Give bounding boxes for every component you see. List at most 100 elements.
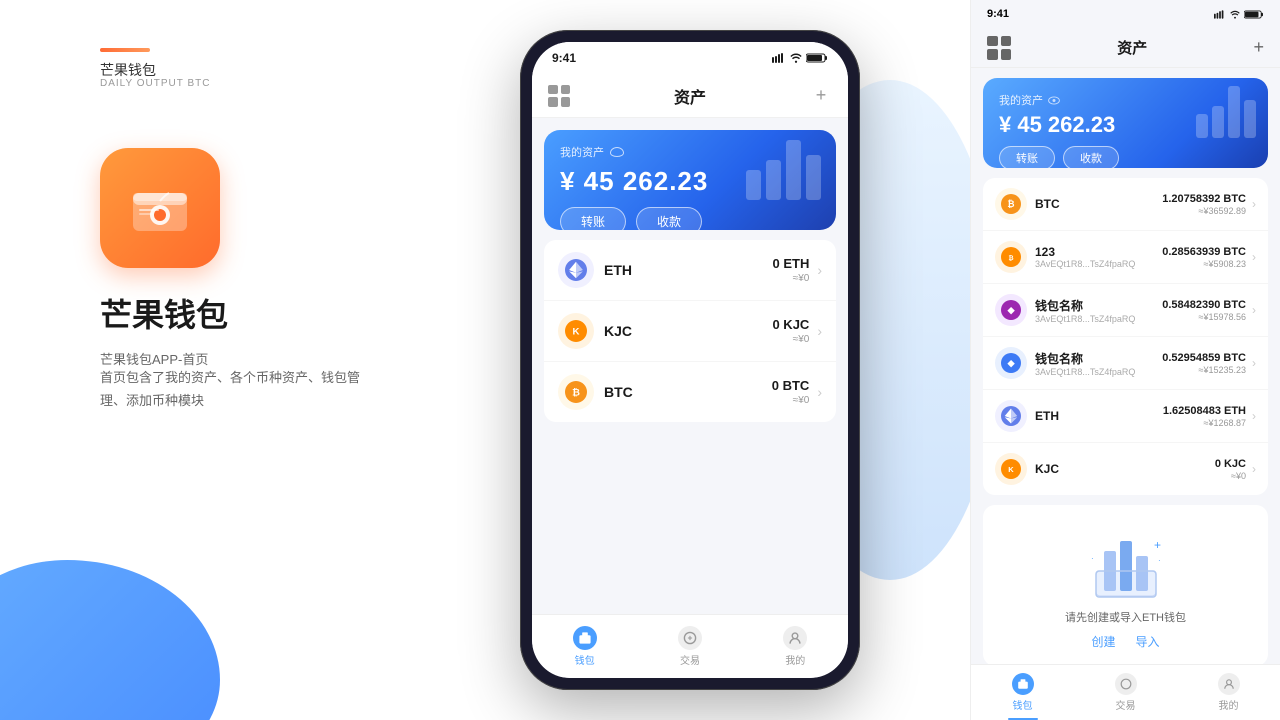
right-status-time: 9:41 [987,8,1009,20]
right-coin-eth-amount: 1.62508483 ETH [1163,405,1246,417]
accent-line [100,48,150,52]
phone-nav-trade-label: 交易 [680,652,700,667]
right-bottom-nav: 钱包 交易 我的 [971,664,1280,720]
right-coin-item-wallet1[interactable]: ◆ 钱包名称 3AvEQt1R8...TsZ4fpaRQ 0.58482390 … [983,284,1268,337]
right-nav-mine[interactable]: 我的 [1177,665,1280,720]
right-coin-btc-main: BTC [1035,197,1162,211]
right-coin-kjc-main: KJC [1035,462,1215,476]
phone-coin-item-kjc[interactable]: K KJC 0 KJC ≈¥0 › [544,301,836,362]
phone-coin-kjc-approx: ≈¥0 [772,334,809,345]
right-coin-wallet2-name: 钱包名称 [1035,350,1162,367]
right-asset-card: 我的资产 ¥ 45 262.23 转账 收款 [983,78,1268,168]
right-123-icon: ₿ [995,241,1027,273]
right-coin-btc-name: BTC [1035,197,1162,211]
right-coin-wallet1-cny: ≈¥15978.56 [1162,312,1246,322]
phone-topnav: 资产 + [532,74,848,118]
right-coin-eth-name: ETH [1035,409,1163,423]
phone-status-icons [772,53,828,63]
phone-nav-mine[interactable]: 我的 [743,615,848,678]
phone-coin-kjc-amount: 0 KJC [772,317,809,332]
right-eth-arrow-icon: › [1252,409,1256,423]
phone-nav-trade[interactable]: 交易 [637,615,742,678]
empty-eth-text: 请先创建或导入ETH钱包 [999,609,1252,625]
phone-mockup: 9:41 资产 + [520,30,860,690]
phone-asset-label: 我的资产 [560,144,604,160]
phone-nav-grid-icon[interactable] [548,85,570,107]
svg-text:K: K [1008,465,1014,474]
right-nav-trade[interactable]: 交易 [1074,665,1177,720]
right-coin-wallet2-addr: 3AvEQt1R8...TsZ4fpaRQ [1035,367,1162,377]
eth-arrow-icon: › [817,262,822,278]
right-coin-item-kjc[interactable]: K KJC 0 KJC ≈¥0 › [983,443,1268,495]
right-mine-nav-icon [1218,673,1240,695]
right-eth-icon [995,400,1027,432]
right-coin-123-name: 123 [1035,245,1162,259]
right-123-arrow-icon: › [1252,250,1256,264]
phone-nav-add-icon[interactable]: + [810,85,832,107]
phone-nav-wallet[interactable]: 钱包 [532,615,637,678]
phone-coin-btc-info: BTC [604,384,772,400]
phone-coin-item-eth[interactable]: ETH 0 ETH ≈¥0 › [544,240,836,301]
svg-text:₿: ₿ [1007,199,1014,209]
right-nav-grid-icon[interactable] [987,36,1011,60]
empty-eth-section: + · · 请先创建或导入ETH钱包 创建 导入 [983,505,1268,666]
right-coin-kjc-cny: ≈¥0 [1215,471,1246,481]
app-icon-wrapper [100,148,220,268]
phone-frame: 9:41 资产 + [520,30,860,690]
decorative-blob [0,560,220,720]
phone-nav-wallet-label: 钱包 [575,652,595,667]
phone-coin-eth-approx: ≈¥0 [772,273,809,284]
right-wallet1-icon: ◆ [995,294,1027,326]
right-coin-item-123[interactable]: ₿ 123 3AvEQt1R8...TsZ4fpaRQ 0.28563939 B… [983,231,1268,284]
right-nav-wallet-label: 钱包 [1013,697,1033,712]
app-desc-2: 首页包含了我的资产、各个币种资产、钱包管 理、添加币种模块 [100,366,360,413]
right-coin-kjc-right: 0 KJC ≈¥0 [1215,458,1246,481]
btc-arrow-icon: › [817,384,822,400]
right-coin-item-btc[interactable]: ₿ BTC 1.20758392 BTC ≈¥36592.89 › [983,178,1268,231]
right-coin-eth-main: ETH [1035,409,1163,423]
right-status-icons [1214,10,1264,19]
right-coin-item-wallet2[interactable]: ◆ 钱包名称 3AvEQt1R8...TsZ4fpaRQ 0.52954859 … [983,337,1268,390]
phone-screen: 9:41 资产 + [532,42,848,678]
svg-text:+: + [1154,538,1161,552]
right-coin-123-addr: 3AvEQt1R8...TsZ4fpaRQ [1035,259,1162,269]
right-kjc-arrow-icon: › [1252,462,1256,476]
brand-subtitle: DAILY OUTPUT BTC [100,78,210,89]
phone-coin-kjc-right: 0 KJC ≈¥0 [772,317,809,345]
phone-receive-button[interactable]: 收款 [636,207,702,230]
right-coin-eth-cny: ≈¥1268.87 [1163,418,1246,428]
right-btc-arrow-icon: › [1252,197,1256,211]
right-transfer-button[interactable]: 转账 [999,146,1055,168]
phone-transfer-button[interactable]: 转账 [560,207,626,230]
phone-coin-item-btc[interactable]: ₿ BTC 0 BTC ≈¥0 › [544,362,836,422]
phone-coin-btc-right: 0 BTC ≈¥0 [772,378,810,406]
empty-eth-import-link[interactable]: 导入 [1136,633,1160,650]
phone-asset-eye-icon[interactable] [610,147,624,157]
right-panel: 9:41 资产 + 我的资产 ¥ 45 262.23 [970,0,1280,720]
phone-coin-eth-right: 0 ETH ≈¥0 [772,256,809,284]
right-coin-item-eth[interactable]: ETH 1.62508483 ETH ≈¥1268.87 › [983,390,1268,443]
mine-nav-icon [783,626,807,650]
svg-text:₿: ₿ [572,387,580,398]
empty-eth-illustration: + · · [1076,521,1176,601]
app-icon [100,148,220,268]
phone-status-time: 9:41 [552,51,576,65]
right-coin-btc-right: 1.20758392 BTC ≈¥36592.89 [1162,193,1246,216]
right-coin-list: ₿ BTC 1.20758392 BTC ≈¥36592.89 › ₿ 123 … [983,178,1268,495]
brand-name: 芒果钱包 [100,60,156,80]
right-coin-wallet2-cny: ≈¥15235.23 [1162,365,1246,375]
phone-coin-eth-name: ETH [604,262,772,278]
empty-eth-create-link[interactable]: 创建 [1091,633,1115,650]
svg-text:◆: ◆ [1007,358,1016,368]
right-nav-wallet[interactable]: 钱包 [971,665,1074,720]
phone-coin-btc-name: BTC [604,384,772,400]
right-coin-btc-cny: ≈¥36592.89 [1162,206,1246,216]
right-nav-add-icon[interactable]: + [1253,37,1264,58]
right-receive-button[interactable]: 收款 [1063,146,1119,168]
wallet-nav-icon [573,626,597,650]
btc-icon: ₿ [558,374,594,410]
right-wallet2-icon: ◆ [995,347,1027,379]
right-coin-123-amount: 0.28563939 BTC [1162,246,1246,258]
svg-text:·: · [1091,554,1094,563]
app-name: 芒果钱包 [100,290,228,336]
